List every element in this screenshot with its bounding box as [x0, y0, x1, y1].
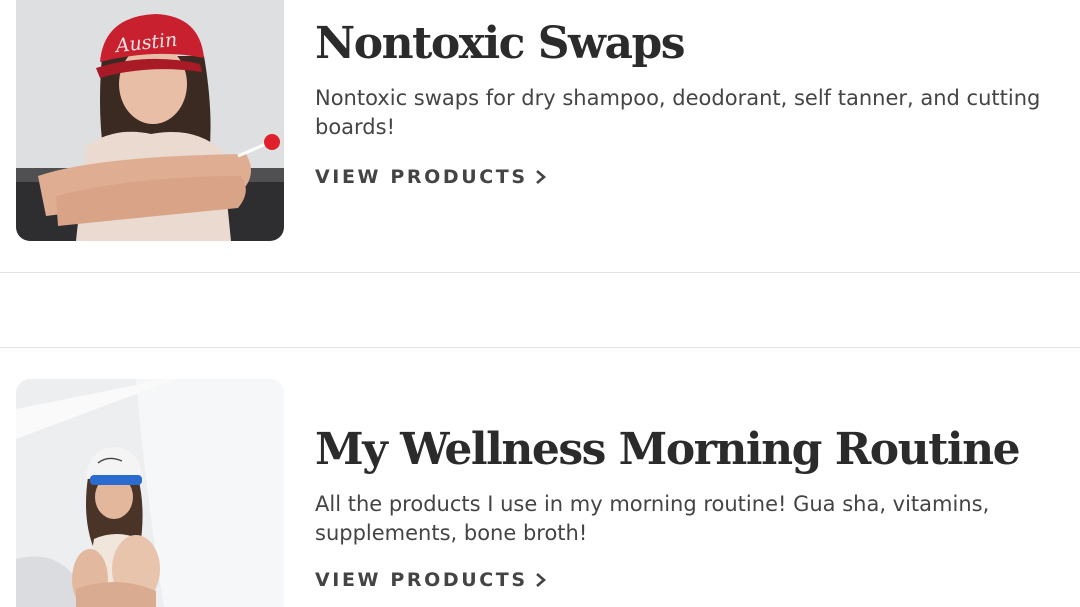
woman-red-cap-photo: Austin [16, 0, 284, 241]
woman-white-cap-photo [16, 379, 284, 607]
view-products-label: VIEW PRODUCTS [315, 166, 528, 188]
section-divider [0, 272, 1080, 273]
view-products-label: VIEW PRODUCTS [315, 569, 528, 591]
collection-description: All the products I use in my morning rou… [315, 492, 990, 545]
collection-description: Nontoxic swaps for dry shampoo, deodoran… [315, 86, 1041, 139]
collection-title[interactable]: My Wellness Morning Routine [315, 424, 1021, 475]
collection-thumbnail[interactable]: Austin [16, 0, 284, 241]
collection-thumbnail[interactable] [16, 379, 284, 607]
collection-card-wellness-morning-routine[interactable]: My Wellness Morning Routine All the prod… [0, 348, 1080, 607]
view-products-link[interactable]: VIEW PRODUCTS [315, 166, 548, 188]
chevron-right-icon [535, 573, 546, 587]
view-products-link[interactable]: VIEW PRODUCTS [315, 569, 548, 591]
collections-page: Austin Nontoxic Swaps Nontoxic swaps for… [0, 0, 1080, 607]
collection-title[interactable]: Nontoxic Swaps [315, 18, 685, 69]
collection-card-nontoxic-swaps[interactable]: Austin Nontoxic Swaps Nontoxic swaps for… [0, 0, 1080, 272]
chevron-right-icon [535, 170, 546, 184]
